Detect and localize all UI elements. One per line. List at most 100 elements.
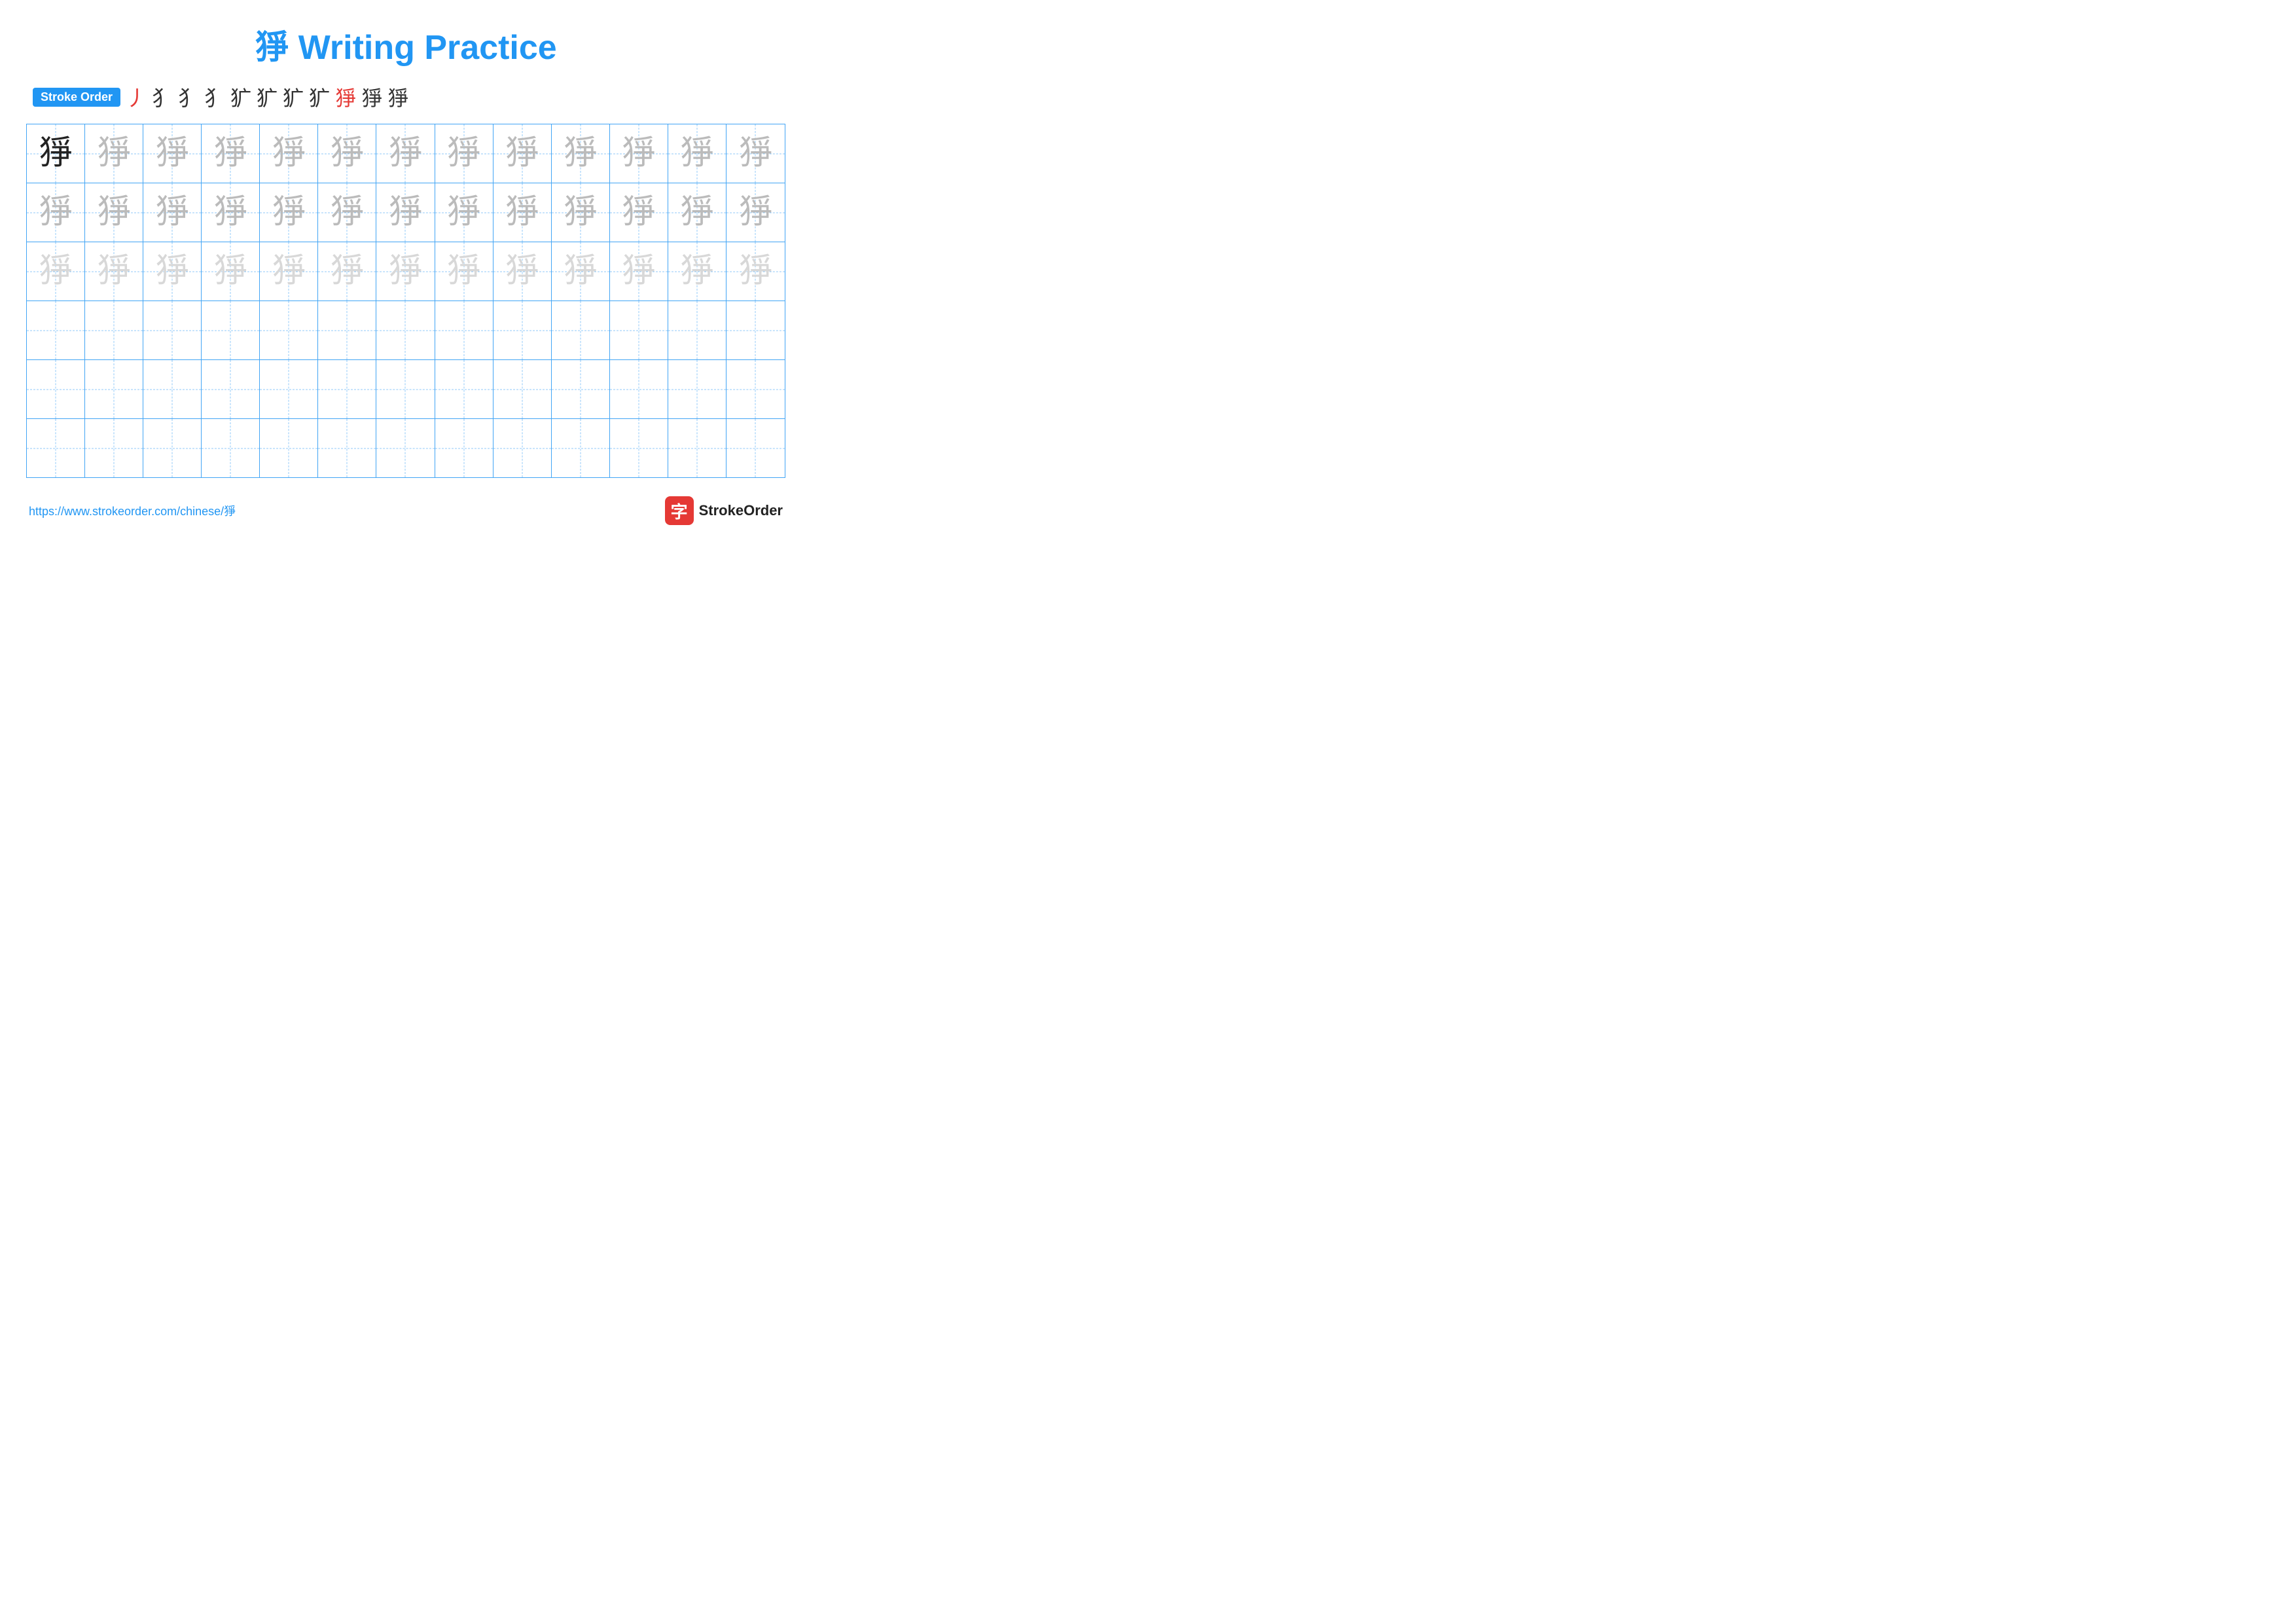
char-2-8: 猙 — [447, 196, 481, 230]
char-2-10: 猙 — [564, 196, 598, 230]
cell-6-9[interactable] — [493, 419, 552, 477]
cell-4-13[interactable] — [726, 301, 785, 359]
char-3-1: 猙 — [39, 255, 73, 289]
grid-row-3: 猙 猙 猙 猙 猙 猙 猙 猙 猙 猙 猙 猙 猙 — [27, 242, 785, 301]
footer-logo: 字 StrokeOrder — [665, 496, 783, 525]
char-1-6: 猙 — [330, 137, 364, 171]
cell-6-6[interactable] — [318, 419, 376, 477]
cell-2-11[interactable]: 猙 — [610, 183, 668, 242]
cell-3-3[interactable]: 猙 — [143, 242, 202, 301]
cell-6-7[interactable] — [376, 419, 435, 477]
cell-6-8[interactable] — [435, 419, 493, 477]
cell-4-1[interactable] — [27, 301, 85, 359]
cell-1-3[interactable]: 猙 — [143, 124, 202, 183]
cell-6-4[interactable] — [202, 419, 260, 477]
cell-3-9[interactable]: 猙 — [493, 242, 552, 301]
grid-row-1: 猙 猙 猙 猙 猙 猙 猙 猙 猙 猙 猙 猙 猙 — [27, 124, 785, 183]
cell-4-9[interactable] — [493, 301, 552, 359]
cell-2-3[interactable]: 猙 — [143, 183, 202, 242]
char-3-5: 猙 — [272, 255, 306, 289]
cell-5-10[interactable] — [552, 360, 610, 418]
char-1-3: 猙 — [155, 137, 189, 171]
cell-4-4[interactable] — [202, 301, 260, 359]
char-2-13: 猙 — [738, 196, 772, 230]
cell-3-1[interactable]: 猙 — [27, 242, 85, 301]
grid-row-4 — [27, 301, 785, 360]
cell-3-8[interactable]: 猙 — [435, 242, 493, 301]
cell-6-2[interactable] — [85, 419, 143, 477]
cell-3-7[interactable]: 猙 — [376, 242, 435, 301]
cell-4-5[interactable] — [260, 301, 318, 359]
cell-1-5[interactable]: 猙 — [260, 124, 318, 183]
cell-1-8[interactable]: 猙 — [435, 124, 493, 183]
cell-1-10[interactable]: 猙 — [552, 124, 610, 183]
cell-2-4[interactable]: 猙 — [202, 183, 260, 242]
cell-3-13[interactable]: 猙 — [726, 242, 785, 301]
cell-3-10[interactable]: 猙 — [552, 242, 610, 301]
cell-5-13[interactable] — [726, 360, 785, 418]
cell-5-1[interactable] — [27, 360, 85, 418]
cell-1-1[interactable]: 猙 — [27, 124, 85, 183]
cell-4-6[interactable] — [318, 301, 376, 359]
grid-row-6 — [27, 419, 785, 477]
stroke-1: 丿 — [126, 82, 147, 112]
cell-3-5[interactable]: 猙 — [260, 242, 318, 301]
cell-2-2[interactable]: 猙 — [85, 183, 143, 242]
cell-5-6[interactable] — [318, 360, 376, 418]
cell-6-11[interactable] — [610, 419, 668, 477]
cell-1-7[interactable]: 猙 — [376, 124, 435, 183]
cell-6-10[interactable] — [552, 419, 610, 477]
cell-6-12[interactable] — [668, 419, 726, 477]
stroke-5: 犷 — [230, 82, 251, 112]
cell-4-7[interactable] — [376, 301, 435, 359]
cell-1-13[interactable]: 猙 — [726, 124, 785, 183]
cell-5-2[interactable] — [85, 360, 143, 418]
char-2-9: 猙 — [505, 196, 539, 230]
cell-6-5[interactable] — [260, 419, 318, 477]
cell-6-3[interactable] — [143, 419, 202, 477]
cell-5-11[interactable] — [610, 360, 668, 418]
cell-1-4[interactable]: 猙 — [202, 124, 260, 183]
cell-6-1[interactable] — [27, 419, 85, 477]
cell-3-11[interactable]: 猙 — [610, 242, 668, 301]
char-2-3: 猙 — [155, 196, 189, 230]
char-3-7: 猙 — [388, 255, 422, 289]
cell-2-12[interactable]: 猙 — [668, 183, 726, 242]
cell-2-5[interactable]: 猙 — [260, 183, 318, 242]
cell-2-6[interactable]: 猙 — [318, 183, 376, 242]
cell-1-11[interactable]: 猙 — [610, 124, 668, 183]
cell-1-2[interactable]: 猙 — [85, 124, 143, 183]
footer: https://www.strokeorder.com/chinese/猙 字 … — [26, 496, 785, 525]
cell-4-11[interactable] — [610, 301, 668, 359]
cell-4-2[interactable] — [85, 301, 143, 359]
char-2-6: 猙 — [330, 196, 364, 230]
cell-4-3[interactable] — [143, 301, 202, 359]
cell-5-4[interactable] — [202, 360, 260, 418]
cell-4-8[interactable] — [435, 301, 493, 359]
logo-char: 字 — [671, 499, 688, 523]
cell-1-9[interactable]: 猙 — [493, 124, 552, 183]
cell-2-9[interactable]: 猙 — [493, 183, 552, 242]
cell-2-1[interactable]: 猙 — [27, 183, 85, 242]
cell-3-12[interactable]: 猙 — [668, 242, 726, 301]
cell-3-2[interactable]: 猙 — [85, 242, 143, 301]
cell-2-7[interactable]: 猙 — [376, 183, 435, 242]
cell-4-10[interactable] — [552, 301, 610, 359]
footer-url: https://www.strokeorder.com/chinese/猙 — [29, 502, 236, 519]
cell-2-8[interactable]: 猙 — [435, 183, 493, 242]
cell-4-12[interactable] — [668, 301, 726, 359]
cell-3-6[interactable]: 猙 — [318, 242, 376, 301]
cell-2-13[interactable]: 猙 — [726, 183, 785, 242]
cell-5-9[interactable] — [493, 360, 552, 418]
cell-5-7[interactable] — [376, 360, 435, 418]
cell-5-8[interactable] — [435, 360, 493, 418]
cell-1-12[interactable]: 猙 — [668, 124, 726, 183]
cell-5-12[interactable] — [668, 360, 726, 418]
char-1-7: 猙 — [388, 137, 422, 171]
cell-6-13[interactable] — [726, 419, 785, 477]
cell-5-3[interactable] — [143, 360, 202, 418]
cell-1-6[interactable]: 猙 — [318, 124, 376, 183]
cell-5-5[interactable] — [260, 360, 318, 418]
cell-2-10[interactable]: 猙 — [552, 183, 610, 242]
cell-3-4[interactable]: 猙 — [202, 242, 260, 301]
